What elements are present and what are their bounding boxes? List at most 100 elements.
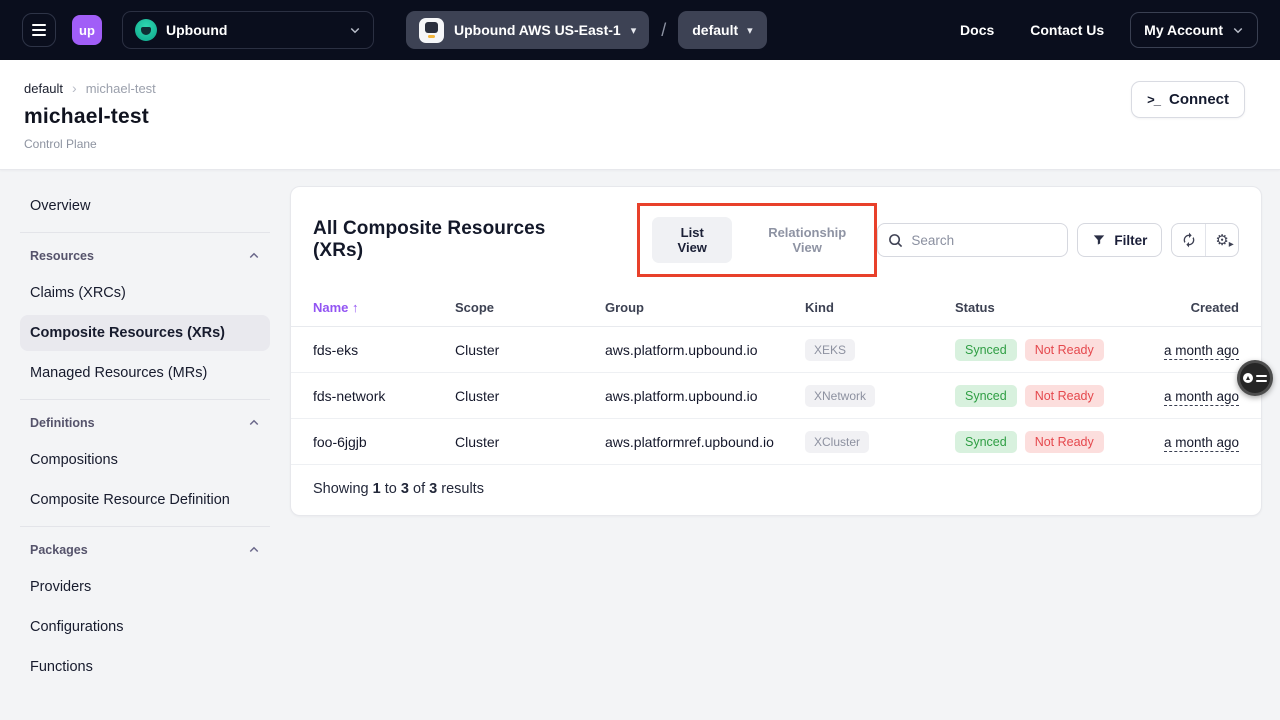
sort-asc-icon: ↑	[352, 300, 359, 315]
cell-name: fds-eks	[313, 342, 455, 358]
synced-badge: Synced	[955, 431, 1017, 453]
sidebar-item-compositions[interactable]: Compositions	[20, 442, 270, 478]
sidebar-divider	[20, 526, 270, 527]
cell-status: Synced Not Ready	[955, 385, 1145, 407]
my-account-button[interactable]: My Account	[1130, 12, 1258, 48]
created-tooltip-text[interactable]: a month ago	[1164, 343, 1239, 360]
cell-group: aws.platform.upbound.io	[605, 388, 805, 404]
not-ready-badge: Not Ready	[1025, 339, 1104, 361]
breadcrumb: default › michael-test	[24, 80, 1280, 96]
cell-name: fds-network	[313, 388, 455, 404]
refresh-control-group: ⚙▸	[1171, 223, 1239, 257]
search-icon	[888, 233, 903, 248]
top-navbar: up Upbound Upbound AWS US-East-1 ▾ / def…	[0, 0, 1280, 60]
table-row[interactable]: foo-6jgjb Cluster aws.platformref.upboun…	[291, 419, 1261, 465]
list-view-tab[interactable]: List View	[652, 217, 732, 263]
chevron-up-icon	[248, 250, 260, 262]
chevron-up-icon	[248, 417, 260, 429]
column-header-status[interactable]: Status	[955, 300, 1145, 315]
sidebar-item-composite-resources[interactable]: Composite Resources (XRs)	[20, 315, 270, 351]
caret-down-icon: ▾	[747, 25, 753, 36]
search-input[interactable]	[911, 233, 1057, 248]
sidebar-item-functions[interactable]: Functions	[20, 649, 270, 685]
contact-us-link[interactable]: Contact Us	[1030, 22, 1104, 38]
created-tooltip-text[interactable]: a month ago	[1164, 435, 1239, 452]
page-title: michael-test	[24, 105, 1280, 129]
cell-scope: Cluster	[455, 388, 605, 404]
org-name: Upbound	[166, 22, 227, 38]
breadcrumb-parent[interactable]: default	[24, 81, 63, 96]
refresh-button[interactable]	[1172, 224, 1205, 256]
sidebar-section-packages[interactable]: Packages	[20, 535, 270, 565]
card-header: All Composite Resources (XRs) List View …	[291, 187, 1261, 289]
page-header: default › michael-test michael-test Cont…	[0, 60, 1280, 170]
sidebar-item-managed-resources[interactable]: Managed Resources (MRs)	[20, 355, 270, 391]
funnel-icon	[1092, 233, 1106, 247]
card-title: All Composite Resources (XRs)	[313, 218, 599, 262]
table-header-row: Name ↑ Scope Group Kind Status Created	[291, 289, 1261, 327]
content-area: Overview Resources Claims (XRCs) Composi…	[0, 170, 1280, 720]
page-subtitle: Control Plane	[24, 137, 1280, 151]
org-switcher-dropdown[interactable]: Upbound	[122, 11, 374, 49]
table-row[interactable]: fds-network Cluster aws.platform.upbound…	[291, 373, 1261, 419]
sidebar-divider	[20, 232, 270, 233]
terminal-icon: >_	[1147, 92, 1160, 107]
sidebar-divider	[20, 399, 270, 400]
sidebar: Overview Resources Claims (XRCs) Composi…	[20, 170, 270, 720]
sidebar-item-providers[interactable]: Providers	[20, 569, 270, 605]
sidebar-item-configurations[interactable]: Configurations	[20, 609, 270, 645]
column-header-name[interactable]: Name ↑	[313, 300, 455, 315]
cell-kind: XNetwork	[805, 385, 955, 407]
cell-status: Synced Not Ready	[955, 339, 1145, 361]
column-header-created[interactable]: Created	[1191, 300, 1239, 315]
results-summary: Showing 1 to 3 of 3 results	[291, 465, 1261, 515]
section-label: Definitions	[30, 416, 95, 430]
gear-play-icon: ⚙▸	[1215, 233, 1228, 248]
section-label: Packages	[30, 543, 88, 557]
chevron-down-icon	[1232, 24, 1244, 36]
filter-label: Filter	[1114, 233, 1147, 248]
breadcrumb-separator-icon: ›	[72, 80, 77, 96]
kind-badge: XNetwork	[805, 385, 875, 407]
cell-scope: Cluster	[455, 342, 605, 358]
sidebar-item-claims[interactable]: Claims (XRCs)	[20, 275, 270, 311]
column-header-scope[interactable]: Scope	[455, 300, 605, 315]
sidebar-section-definitions[interactable]: Definitions	[20, 408, 270, 438]
floating-widget-button[interactable]	[1237, 360, 1273, 396]
composite-resources-card: All Composite Resources (XRs) List View …	[290, 186, 1262, 516]
table-row[interactable]: fds-eks Cluster aws.platform.upbound.io …	[291, 327, 1261, 373]
cell-scope: Cluster	[455, 434, 605, 450]
breadcrumb-leaf: michael-test	[86, 81, 156, 96]
connect-label: Connect	[1169, 91, 1229, 108]
upbound-logo[interactable]: up	[72, 15, 102, 45]
cell-created: a month ago	[1164, 342, 1239, 358]
synced-badge: Synced	[955, 339, 1017, 361]
column-header-group[interactable]: Group	[605, 300, 805, 315]
docs-link[interactable]: Docs	[960, 22, 994, 38]
control-plane-icon	[419, 18, 444, 43]
control-plane-name: Upbound AWS US-East-1	[454, 22, 621, 38]
kind-badge: XEKS	[805, 339, 855, 361]
connect-button[interactable]: >_ Connect	[1131, 81, 1245, 118]
group-switcher[interactable]: default ▾	[678, 11, 766, 49]
column-header-kind[interactable]: Kind	[805, 300, 955, 315]
app: up Upbound Upbound AWS US-East-1 ▾ / def…	[0, 0, 1280, 720]
chevron-down-icon	[349, 24, 361, 36]
relationship-view-tab[interactable]: Relationship View	[752, 225, 862, 255]
kind-badge: XCluster	[805, 431, 869, 453]
path-separator: /	[661, 20, 666, 41]
filter-button[interactable]: Filter	[1077, 223, 1162, 257]
hamburger-icon	[32, 24, 46, 26]
control-plane-switcher[interactable]: Upbound AWS US-East-1 ▾	[406, 11, 649, 49]
auto-refresh-settings-button[interactable]: ⚙▸	[1205, 224, 1238, 256]
menu-button[interactable]	[22, 13, 56, 47]
my-account-label: My Account	[1144, 22, 1223, 38]
chevron-up-icon	[248, 544, 260, 556]
sidebar-item-composite-resource-definition[interactable]: Composite Resource Definition	[20, 482, 270, 518]
main-area: All Composite Resources (XRs) List View …	[270, 170, 1280, 720]
sidebar-section-resources[interactable]: Resources	[20, 241, 270, 271]
sidebar-item-overview[interactable]: Overview	[20, 188, 270, 224]
created-tooltip-text[interactable]: a month ago	[1164, 389, 1239, 406]
caret-down-icon: ▾	[631, 25, 637, 36]
cell-group: aws.platformref.upbound.io	[605, 434, 805, 450]
